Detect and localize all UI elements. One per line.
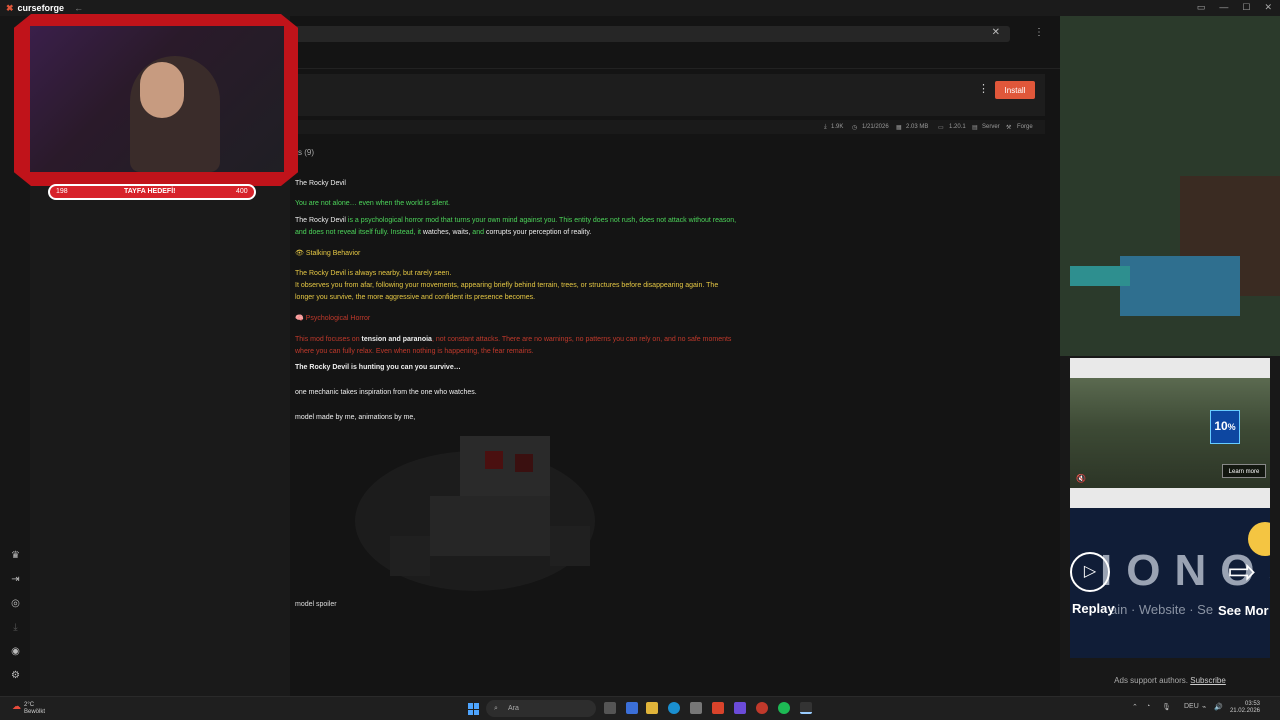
language-indicator[interactable]: DEU [1184,703,1199,710]
taskview-icon[interactable] [604,702,616,714]
app-icon[interactable] [756,702,768,714]
downloads-icon: ⤓ [824,124,827,130]
discord-icon[interactable]: ◎ [10,598,21,609]
goal-current: 198 [56,188,68,195]
intro-paragraph-line2: and does not reveal itself fully. Instea… [295,229,592,236]
back-arrow-icon[interactable]: ← [74,3,83,13]
weather-widget[interactable]: 2°C Bewölkt [24,702,45,716]
crown-icon[interactable]: ♛ [10,550,21,561]
layout-icon[interactable]: ▭ [1197,2,1206,13]
subscribe-link[interactable]: Subscribe [1190,676,1226,685]
goal-bar: 198 TAYFA HEDEFİ! 400 [48,184,256,200]
taskbar-search[interactable]: ⌕ Ara [486,700,596,717]
minimize-button[interactable]: — [1219,2,1228,13]
size-icon: ▦ [896,125,902,131]
discord-taskbar-icon[interactable] [734,702,746,714]
mod-stats: ⤓ 1.9K ◷ 1/21/2026 ▦ 2.03 MB ▭ 1.20.1 ▤ … [290,120,1045,134]
game-version: 1.20.1 [949,124,966,130]
version-icon: ▭ [938,125,944,131]
forge-icon: ⚒ [1006,125,1012,131]
tray-chevron-icon[interactable]: ⌃ [1132,703,1138,711]
intro-paragraph-line1: The Rocky Devil is a psychological horro… [295,217,737,224]
window-controls: ▭ — ☐ ✕ [1197,2,1272,13]
environment: Server [982,124,1000,130]
clear-search-icon[interactable]: ✕ [992,27,1000,38]
goal-target: 400 [236,188,248,195]
psychological-line1: This mod focuses on tension and paranoia… [295,336,732,343]
mechanic-line: one mechanic takes inspiration from the … [295,389,477,396]
search-input[interactable]: ✕ [290,26,1010,42]
ads-support-line: Ads support authors. Subscribe [1114,676,1226,685]
eye-icon: 👁 [295,250,304,257]
updated-date: 1/21/2026 [862,124,889,130]
ad-discount-badge: 10% [1210,410,1240,444]
downloads-count: 1.9K [831,124,844,130]
brain-icon: 🧠 [295,315,304,322]
ad-banner-2[interactable]: IONOS ain · Website · Se ▷ Replay ⇨ See … [1070,508,1270,658]
download-icon[interactable]: ⤓ [10,622,21,633]
ad-subtitle: ain · Website · Se [1110,602,1214,617]
mute-icon[interactable]: 🔇 [1076,474,1086,483]
see-more-arrow-icon[interactable]: ⇨ [1228,552,1257,592]
taskbar-clock[interactable]: 03:53 21.02.2026 [1228,701,1260,715]
weather-icon: ☁ [12,701,21,711]
description-title: The Rocky Devil [295,180,346,187]
volume-icon[interactable]: 🔊 [1214,703,1223,711]
store-icon[interactable] [690,702,702,714]
streamer-face [140,62,184,118]
hunting-line: The Rocky Devil is hunting you can you s… [295,364,461,371]
stalking-line2: It observes you from afar, following you… [295,282,719,289]
see-more-button[interactable]: See Mor [1218,603,1269,618]
ad-banner-1[interactable]: 10% Learn more 🔇 [1070,358,1270,508]
psychological-line2: where you can fully relax. Even when not… [295,348,534,355]
mod-more-icon[interactable]: ⋮ [978,82,989,95]
search-icon: ⌕ [494,705,498,712]
taskbar: ☁ 2°C Bewölkt ⌕ Ara ⌃ ◔ 🎙 DEU ⌁ 🔊 03:53 … [0,696,1280,720]
app-brand: ✖ curseforge [0,3,64,14]
stalking-line3: longer you survive, the more aggressive … [295,294,536,301]
maximize-button[interactable]: ☐ [1242,2,1250,13]
mod-loader: Forge [1017,124,1033,130]
replay-play-icon[interactable]: ▷ [1070,552,1110,592]
main-content: ✕ ⋮ ⋮ Install ⤓ 1.9K ◷ 1/21/2026 ▦ 2.03 … [290,16,1060,696]
goal-label: TAYFA HEDEFİ! [124,188,176,195]
close-button[interactable]: ✕ [1264,2,1272,13]
model-spoiler-label[interactable]: model spoiler [295,601,337,608]
replay-button[interactable]: Replay [1072,601,1115,616]
server-icon: ▤ [972,125,978,131]
mod-header: ⋮ Install [290,74,1045,116]
tab-files[interactable]: s (9) [298,148,314,157]
file-explorer-icon[interactable] [646,702,658,714]
install-button[interactable]: Install [995,81,1035,99]
copilot-icon[interactable] [626,702,638,714]
intro-line: You are not alone… even when the world i… [295,200,451,207]
clock-icon: ◷ [852,125,858,131]
notification-icon[interactable]: ◉ [10,646,21,657]
curseforge-taskbar-icon[interactable] [800,702,812,714]
credit-line: model made by me, animations by me, [295,414,416,421]
section-stalking-heading: 👁 Stalking Behavior [295,250,361,257]
section-psychological-heading: 🧠 Psychological Horror [295,315,371,322]
network-icon[interactable]: ⌁ [1202,703,1206,711]
more-options-icon[interactable]: ⋮ [1034,27,1044,38]
curseforge-logo-icon: ✖ [6,2,14,13]
brave-icon[interactable] [712,702,724,714]
settings-gear-icon[interactable]: ⚙ [10,670,21,681]
start-windows-icon[interactable] [468,703,480,715]
login-icon[interactable]: ⇥ [10,574,21,585]
tray-icon-1[interactable]: ◔ [1146,703,1150,710]
mic-icon[interactable]: 🎙 [1162,703,1171,711]
app-name: curseforge [17,3,65,13]
webcam-overlay: 198 TAYFA HEDEFİ! 400 [14,14,298,212]
spotify-icon[interactable] [778,702,790,714]
file-size: 2.03 MB [906,124,929,130]
ad-learn-more-button[interactable]: Learn more [1222,464,1266,478]
model-preview-image [355,436,595,591]
divider [290,68,1060,69]
edge-icon[interactable] [668,702,680,714]
stalking-line1: The Rocky Devil is always nearby, but ra… [295,270,452,277]
